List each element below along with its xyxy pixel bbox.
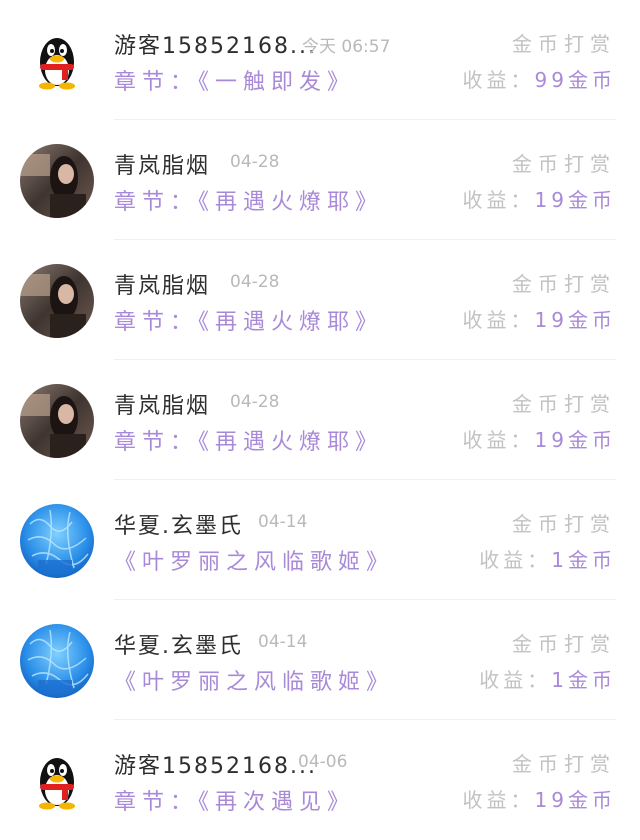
chapter-title: 章节：《再遇火燎耶》 [114, 430, 384, 455]
user-name: 游客15852168... [114, 754, 317, 779]
list-item[interactable]: 华夏.玄墨氏 04-14 《叶罗丽之风临歌姬》 金币打赏 收益：1金币 [0, 600, 640, 720]
timestamp: 04-06 [298, 752, 348, 772]
list-item[interactable]: 青岚脂烟 04-28 章节：《再遇火燎耶》 金币打赏 收益：19金币 [0, 120, 640, 240]
timestamp: 04-28 [230, 152, 280, 172]
reward-type: 金币打赏 [512, 272, 616, 296]
user-avatar-pattern[interactable] [20, 624, 94, 698]
user-avatar-photo[interactable] [20, 144, 94, 218]
user-name: 游客15852168... [114, 34, 317, 59]
earnings-label: 收益： [462, 788, 535, 812]
earnings: 收益：99金币 [463, 64, 616, 93]
user-avatar-pattern[interactable] [20, 504, 94, 578]
earnings-amount: 19金币 [534, 188, 616, 212]
chapter-title: 章节：《再次遇见》 [114, 790, 356, 815]
timestamp: 04-28 [230, 392, 280, 412]
qq-penguin-icon[interactable] [20, 24, 94, 98]
user-avatar-photo[interactable] [20, 264, 94, 338]
earnings-label: 收益： [462, 308, 535, 332]
timestamp: 04-14 [258, 632, 308, 652]
reward-list: 游客15852168... 今天 06:57 章节：《一触即发》 金币打赏 收益… [0, 0, 640, 840]
chapter-title: 章节：《再遇火燎耶》 [114, 310, 384, 335]
earnings: 收益：1金币 [479, 664, 616, 693]
list-item[interactable]: 游客15852168... 今天 06:57 章节：《一触即发》 金币打赏 收益… [0, 0, 640, 120]
reward-type: 金币打赏 [512, 392, 616, 416]
chapter-title: 章节：《一触即发》 [114, 70, 356, 95]
earnings: 收益：19金币 [463, 784, 616, 813]
timestamp: 04-28 [230, 272, 280, 292]
user-avatar-photo[interactable] [20, 384, 94, 458]
earnings: 收益：1金币 [479, 544, 616, 573]
chapter-title: 《叶罗丽之风临歌姬》 [114, 550, 395, 575]
user-name: 青岚脂烟 [114, 154, 211, 179]
earnings: 收益：19金币 [463, 424, 616, 453]
earnings-amount: 19金币 [534, 308, 616, 332]
earnings-label: 收益： [479, 548, 552, 572]
timestamp: 今天 06:57 [302, 37, 391, 57]
earnings: 收益：19金币 [463, 304, 616, 333]
list-item[interactable]: 青岚脂烟 04-28 章节：《再遇火燎耶》 金币打赏 收益：19金币 [0, 360, 640, 480]
earnings-label: 收益： [462, 68, 535, 92]
earnings-amount: 19金币 [534, 788, 616, 812]
earnings-amount: 19金币 [534, 428, 616, 452]
reward-type: 金币打赏 [512, 752, 616, 776]
earnings-label: 收益： [462, 188, 535, 212]
list-item[interactable]: 华夏.玄墨氏 04-14 《叶罗丽之风临歌姬》 金币打赏 收益：1金币 [0, 480, 640, 600]
timestamp: 04-14 [258, 512, 308, 532]
chapter-title: 章节：《再遇火燎耶》 [114, 190, 384, 215]
earnings-amount: 1金币 [551, 548, 616, 572]
reward-type: 金币打赏 [512, 32, 616, 56]
earnings-amount: 99金币 [534, 68, 616, 92]
list-item[interactable]: 游客15852168... 04-06 章节：《再次遇见》 金币打赏 收益：19… [0, 720, 640, 840]
earnings-amount: 1金币 [551, 668, 616, 692]
user-name: 华夏.玄墨氏 [114, 514, 243, 539]
chapter-title: 《叶罗丽之风临歌姬》 [114, 670, 395, 695]
reward-type: 金币打赏 [512, 152, 616, 176]
list-item[interactable]: 青岚脂烟 04-28 章节：《再遇火燎耶》 金币打赏 收益：19金币 [0, 240, 640, 360]
user-name: 青岚脂烟 [114, 274, 211, 299]
reward-type: 金币打赏 [512, 512, 616, 536]
earnings-label: 收益： [479, 668, 552, 692]
reward-type: 金币打赏 [512, 632, 616, 656]
earnings: 收益：19金币 [463, 184, 616, 213]
user-name: 青岚脂烟 [114, 394, 211, 419]
qq-penguin-icon[interactable] [20, 744, 94, 818]
user-name: 华夏.玄墨氏 [114, 634, 243, 659]
earnings-label: 收益： [462, 428, 535, 452]
